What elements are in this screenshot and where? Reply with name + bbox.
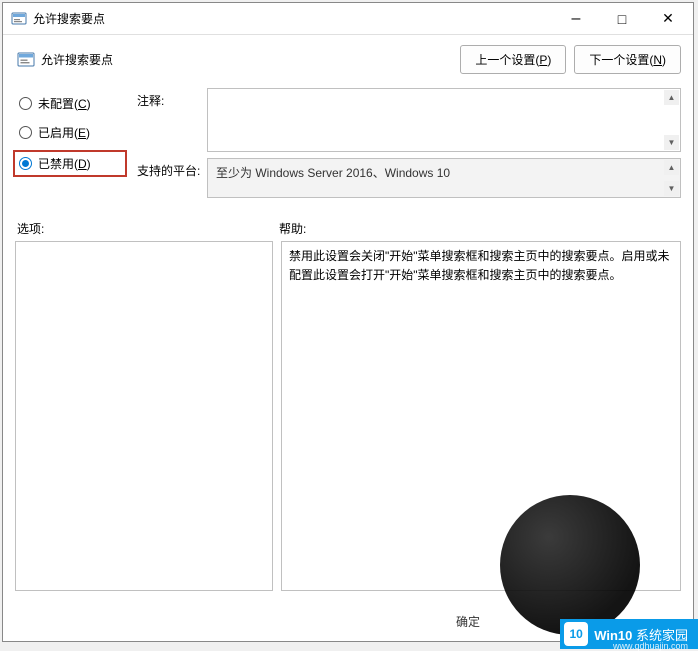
previous-setting-button[interactable]: 上一个设置(P): [460, 45, 566, 74]
supported-platform-box: 至少为 Windows Server 2016、Windows 10 ▲ ▼: [207, 158, 681, 198]
radio-icon: [19, 97, 32, 110]
app-icon: [11, 11, 27, 27]
comment-label: 注释:: [137, 88, 207, 109]
policy-icon: [17, 51, 35, 69]
comment-textarea[interactable]: ▲ ▼: [207, 88, 681, 152]
cancel-button-slot[interactable]: [515, 608, 593, 634]
radio-group: 未配置(C) 已启用(E) 已禁用(D): [17, 88, 127, 204]
window-controls: – □ ✕: [553, 4, 691, 34]
watermark-url: www.qdhuajin.com: [613, 641, 688, 651]
titlebar: 允许搜索要点 – □ ✕: [3, 3, 693, 35]
policy-editor-window: 允许搜索要点 – □ ✕ 允许搜索要点 上一个设置(P) 下一个设置(N) 未配…: [2, 2, 694, 642]
apply-button-slot[interactable]: [601, 608, 679, 634]
pane-labels: 选项: 帮助:: [3, 212, 693, 241]
radio-label: 已启用(E): [38, 124, 90, 141]
panes-row: 禁用此设置会关闭"开始"菜单搜索框和搜索主页中的搜索要点。启用或未配置此设置会打…: [3, 241, 693, 601]
scroll-down-icon[interactable]: ▼: [664, 181, 679, 196]
close-button[interactable]: ✕: [645, 4, 691, 34]
platform-row: 支持的平台: 至少为 Windows Server 2016、Windows 1…: [137, 158, 681, 198]
help-label: 帮助:: [279, 220, 306, 237]
config-section: 未配置(C) 已启用(E) 已禁用(D) 注释: ▲ ▼ 支持的平台: [3, 84, 693, 212]
options-label: 选项:: [17, 220, 279, 237]
radio-not-configured[interactable]: 未配置(C): [17, 94, 127, 113]
radio-icon: [19, 157, 32, 170]
help-text: 禁用此设置会关闭"开始"菜单搜索框和搜索主页中的搜索要点。启用或未配置此设置会打…: [289, 249, 670, 282]
radio-enabled[interactable]: 已启用(E): [17, 123, 127, 142]
header-row: 允许搜索要点 上一个设置(P) 下一个设置(N): [3, 35, 693, 84]
platform-label: 支持的平台:: [137, 158, 207, 179]
maximize-button[interactable]: □: [599, 4, 645, 34]
scroll-down-icon[interactable]: ▼: [664, 135, 679, 150]
policy-name: 允许搜索要点: [41, 51, 452, 68]
scroll-up-icon[interactable]: ▲: [664, 90, 679, 105]
minimize-button[interactable]: –: [553, 4, 599, 34]
ok-button[interactable]: 确定: [429, 608, 507, 634]
footer-bar: 确定: [3, 601, 693, 641]
fields-column: 注释: ▲ ▼ 支持的平台: 至少为 Windows Server 2016、W…: [137, 88, 681, 204]
platform-value: 至少为 Windows Server 2016、Windows 10: [216, 166, 450, 180]
radio-label: 已禁用(D): [38, 155, 91, 172]
options-pane: [15, 241, 273, 591]
radio-icon: [19, 126, 32, 139]
help-pane: 禁用此设置会关闭"开始"菜单搜索框和搜索主页中的搜索要点。启用或未配置此设置会打…: [281, 241, 681, 591]
comment-row: 注释: ▲ ▼: [137, 88, 681, 152]
radio-disabled[interactable]: 已禁用(D): [13, 150, 127, 177]
scroll-up-icon[interactable]: ▲: [664, 160, 679, 175]
radio-label: 未配置(C): [38, 95, 91, 112]
window-title: 允许搜索要点: [33, 10, 553, 27]
next-setting-button[interactable]: 下一个设置(N): [574, 45, 681, 74]
